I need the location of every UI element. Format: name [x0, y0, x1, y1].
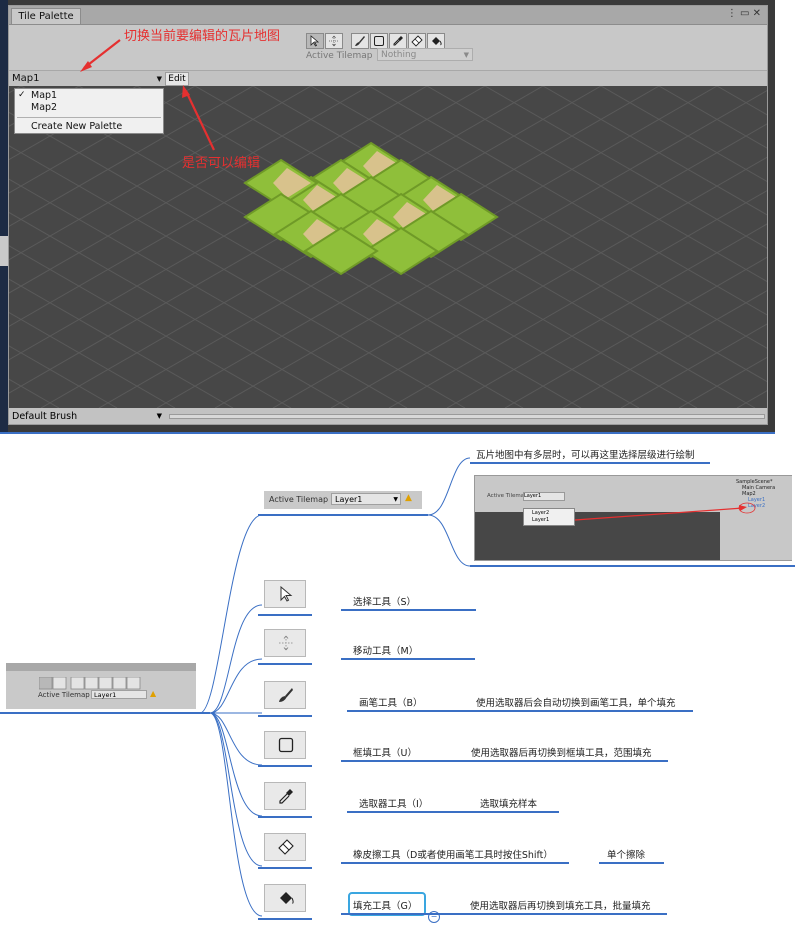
- tool-note: 使用选取器后再切换到框填工具，范围填充: [471, 748, 652, 759]
- tool-icon-underline: [258, 663, 312, 665]
- root-toolbar: [38, 675, 155, 690]
- active-tilemap-node-select[interactable]: Layer1 ▼: [331, 493, 401, 505]
- tool-label: 框填工具（U）: [353, 748, 417, 759]
- tool-strip-icon: [38, 676, 141, 690]
- tool-note: 使用选取器后再切换到填充工具，批量填充: [470, 901, 651, 912]
- tool-note: 单个擦除: [607, 850, 646, 861]
- picker-icon: [279, 789, 293, 804]
- root-active-tilemap-label: Active Tilemap: [38, 691, 90, 699]
- tool-label-underline: [341, 862, 569, 864]
- tool-icon-underline: [258, 715, 312, 717]
- move-icon: [279, 635, 293, 651]
- eraser-icon: [278, 839, 294, 855]
- tool-note: 选取填充样本: [480, 799, 538, 810]
- tool-label: 画笔工具（B）: [359, 698, 423, 709]
- select-arrow-icon: [280, 586, 293, 602]
- tool-note-underline: [462, 913, 667, 915]
- tool-icon-underline: [258, 765, 312, 767]
- chevron-down-icon: ▼: [393, 496, 398, 503]
- warning-icon: ▲: [150, 689, 157, 698]
- tool-icon-underline: [258, 816, 312, 818]
- tool-label: 填充工具（G）: [353, 901, 418, 912]
- preview-underline: [470, 565, 795, 567]
- root-layer-value: Layer1: [94, 691, 117, 699]
- tool-note-underline: [472, 811, 559, 813]
- active-tilemap-underline: [258, 514, 428, 516]
- tool-card-0[interactable]: [264, 580, 306, 608]
- preview-red-arrow: [574, 502, 756, 521]
- tool-label-underline: [347, 811, 473, 813]
- tool-card-2[interactable]: [264, 681, 306, 709]
- tool-label: 选取器工具（I）: [359, 799, 429, 810]
- tool-label: 选择工具（S）: [353, 597, 417, 608]
- tool-note-underline: [468, 710, 693, 712]
- tool-card-1[interactable]: [264, 629, 306, 657]
- root-card-header: [6, 663, 196, 671]
- tool-label-underline: [347, 710, 471, 712]
- active-tilemap-node: Active Tilemap Layer1 ▼ ▲: [264, 491, 422, 509]
- fill-bucket-icon: [280, 892, 294, 904]
- tool-note-underline: [599, 862, 664, 864]
- layers-note-underline: [470, 462, 710, 464]
- layers-note: 瓦片地图中有多层时，可以再这里选择层级进行绘制: [476, 450, 695, 461]
- tool-icon-underline: [258, 614, 312, 616]
- warning-icon: ▲: [405, 493, 412, 503]
- active-tilemap-node-value: Layer1: [335, 495, 363, 504]
- layer-preview-image: Active Tilemap Layer1 Layer2 Layer1 Samp…: [474, 475, 792, 561]
- tool-label-underline: [341, 658, 475, 660]
- tool-label-underline: [341, 609, 476, 611]
- tool-card-4[interactable]: [264, 782, 306, 810]
- tool-icon-underline: [258, 867, 312, 869]
- root-layer-select[interactable]: Layer1: [91, 690, 147, 699]
- tool-card-3[interactable]: [264, 731, 306, 759]
- tool-note: 使用选取器后会自动切换到画笔工具，单个填充: [476, 698, 676, 709]
- tool-note-underline: [463, 760, 668, 762]
- root-underline: [0, 712, 210, 714]
- tool-label: 移动工具（M）: [353, 646, 419, 657]
- tool-card-6[interactable]: [264, 884, 306, 912]
- box-fill-icon: [278, 737, 294, 753]
- root-node-card: Active Tilemap Layer1 ▲: [6, 663, 196, 709]
- tool-label: 橡皮擦工具（D或者使用画笔工具时按住Shift）: [353, 850, 553, 861]
- active-tilemap-node-label: Active Tilemap: [269, 495, 329, 504]
- tool-card-5[interactable]: [264, 833, 306, 861]
- tool-icon-underline: [258, 918, 312, 920]
- brush-icon: [279, 688, 293, 702]
